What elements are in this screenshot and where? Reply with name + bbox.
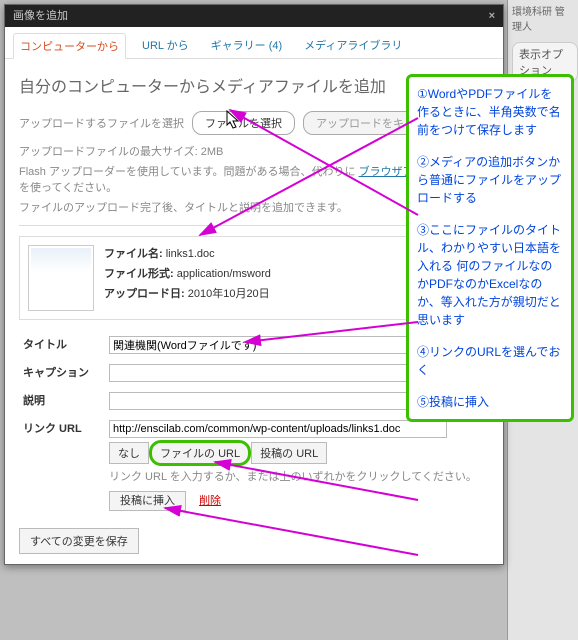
title-label: タイトル — [21, 332, 105, 358]
title-input[interactable] — [109, 336, 447, 354]
caption-label: キャプション — [21, 360, 105, 386]
modal-header: 画像を追加 × — [5, 5, 503, 27]
action-row: 投稿に挿入 削除 — [109, 492, 485, 508]
tab-from-url[interactable]: URL から — [136, 33, 195, 58]
file-name-label: ファイル名: — [104, 248, 163, 260]
upload-label: アップロードするファイルを選択 — [19, 115, 184, 131]
note-1: ①WordやPDFファイルを作るときに、半角英数で名前をつけて保存します — [417, 85, 563, 139]
note-3: ③ここにファイルのタイトル、わかりやすい日本語を入れる 何のファイルなのかPDF… — [417, 221, 563, 329]
description-label: 説明 — [21, 388, 105, 414]
close-icon[interactable]: × — [489, 5, 495, 27]
modal-title: 画像を追加 — [13, 5, 68, 27]
note-2: ②メディアの追加ボタンから普通にファイルをアップロードする — [417, 153, 563, 207]
url-none-button[interactable]: なし — [109, 442, 149, 464]
save-all-button[interactable]: すべての変更を保存 — [19, 528, 139, 554]
flash-note-a: Flash アップローダーを使用しています。問題がある場合、代わりに — [19, 166, 356, 178]
link-url-input[interactable] — [109, 420, 447, 438]
file-date-label: アップロード日: — [104, 288, 185, 300]
tab-from-computer[interactable]: コンピューターから — [13, 33, 126, 59]
link-url-label: リンク URL — [21, 416, 105, 512]
url-hint: リンク URL を入力するか、または上のいずれかをクリックしてください。 — [109, 468, 485, 484]
caption-input[interactable] — [109, 364, 447, 382]
admin-crumb: 環境科研 管理人 — [508, 0, 578, 36]
insert-into-post-button[interactable]: 投稿に挿入 — [109, 491, 186, 511]
file-type-label: ファイル形式: — [104, 268, 174, 280]
note-5: ⑤投稿に挿入 — [417, 393, 563, 411]
note-4: ④リンクのURLを選んでおく — [417, 343, 563, 379]
url-file-button[interactable]: ファイルの URL — [151, 442, 249, 464]
tab-media-library[interactable]: メディアライブラリ — [298, 33, 408, 58]
url-button-group: なし ファイルの URL 投稿の URL — [109, 442, 485, 464]
file-thumbnail — [28, 245, 94, 311]
description-input[interactable] — [109, 392, 447, 410]
file-metadata: ファイル名: links1.doc ファイル形式: application/ms… — [104, 245, 271, 311]
upload-tabs: コンピューターから URL から ギャラリー (4) メディアライブラリ — [5, 27, 503, 59]
file-type-value: application/msword — [177, 268, 271, 280]
url-post-button[interactable]: 投稿の URL — [251, 442, 327, 464]
file-date-value: 2010年10月20日 — [188, 288, 270, 300]
flash-note-b: を使ってください。 — [19, 182, 117, 194]
delete-link[interactable]: 削除 — [199, 495, 221, 507]
annotation-callout: ①WordやPDFファイルを作るときに、半角英数で名前をつけて保存します ②メデ… — [406, 74, 574, 422]
tab-gallery[interactable]: ギャラリー (4) — [205, 33, 289, 58]
file-name-value: links1.doc — [166, 248, 215, 260]
choose-file-button[interactable]: ファイルを選択 — [192, 111, 295, 135]
